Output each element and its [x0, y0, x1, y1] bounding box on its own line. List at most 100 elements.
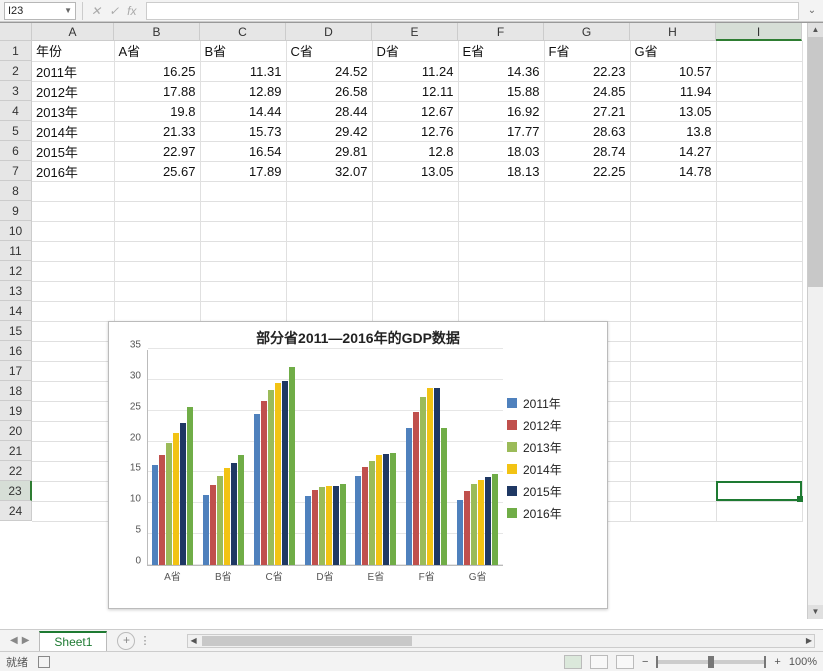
cell[interactable]	[32, 421, 114, 441]
cell[interactable]	[544, 181, 630, 201]
zoom-out-button[interactable]: −	[642, 656, 648, 668]
cell[interactable]	[716, 421, 802, 441]
row-header-7[interactable]: 7	[0, 161, 32, 181]
col-header-I[interactable]: I	[716, 23, 802, 41]
cell[interactable]	[114, 221, 200, 241]
row-header-4[interactable]: 4	[0, 101, 32, 121]
cell[interactable]	[32, 461, 114, 481]
cell[interactable]: 2016年	[32, 161, 114, 181]
cell[interactable]	[32, 341, 114, 361]
view-normal-button[interactable]	[564, 655, 582, 669]
cell[interactable]: 27.21	[544, 101, 630, 121]
cell[interactable]	[630, 221, 716, 241]
cell[interactable]	[286, 301, 372, 321]
cell[interactable]	[716, 141, 802, 161]
cell[interactable]: 17.77	[458, 121, 544, 141]
cell[interactable]	[630, 181, 716, 201]
cell[interactable]	[32, 241, 114, 261]
cell[interactable]: 14.78	[630, 161, 716, 181]
row-header-13[interactable]: 13	[0, 281, 32, 301]
row-header-16[interactable]: 16	[0, 341, 32, 361]
cell[interactable]	[200, 241, 286, 261]
cell[interactable]	[114, 201, 200, 221]
row-header-19[interactable]: 19	[0, 401, 32, 421]
cell[interactable]	[200, 301, 286, 321]
cell[interactable]	[716, 261, 802, 281]
embedded-chart[interactable]: 部分省2011—2016年的GDP数据 05101520253035 A省B省C…	[108, 321, 608, 609]
cell[interactable]	[716, 81, 802, 101]
cell[interactable]	[114, 301, 200, 321]
cell[interactable]	[716, 221, 802, 241]
view-page-break-button[interactable]	[616, 655, 634, 669]
row-header-24[interactable]: 24	[0, 501, 32, 521]
cell[interactable]	[372, 301, 458, 321]
cell[interactable]: 26.58	[286, 81, 372, 101]
col-header-G[interactable]: G	[544, 23, 630, 41]
scroll-up-icon[interactable]: ▲	[808, 23, 823, 37]
cell[interactable]: 12.76	[372, 121, 458, 141]
cell[interactable]	[630, 421, 716, 441]
cell[interactable]: 25.67	[114, 161, 200, 181]
cell[interactable]	[372, 241, 458, 261]
col-header-E[interactable]: E	[372, 23, 458, 41]
cell[interactable]: 14.27	[630, 141, 716, 161]
col-header-H[interactable]: H	[630, 23, 716, 41]
cell[interactable]	[716, 401, 802, 421]
cell[interactable]	[32, 481, 114, 501]
cell[interactable]	[716, 301, 802, 321]
cell[interactable]	[200, 181, 286, 201]
zoom-slider[interactable]	[656, 660, 766, 664]
cell[interactable]	[544, 221, 630, 241]
cell[interactable]: 28.63	[544, 121, 630, 141]
cell[interactable]: 10.57	[630, 61, 716, 81]
cell[interactable]	[286, 201, 372, 221]
macro-record-icon[interactable]	[38, 656, 50, 668]
cell[interactable]	[372, 281, 458, 301]
cell[interactable]: 2012年	[32, 81, 114, 101]
tab-scroll-separator[interactable]: ⋮	[139, 634, 143, 647]
cell[interactable]	[458, 241, 544, 261]
row-header-9[interactable]: 9	[0, 201, 32, 221]
cell[interactable]	[32, 401, 114, 421]
cell[interactable]	[372, 221, 458, 241]
cell[interactable]: 2013年	[32, 101, 114, 121]
cell[interactable]	[716, 241, 802, 261]
scroll-right-icon[interactable]: ▶	[806, 636, 812, 645]
cell[interactable]	[716, 41, 802, 61]
cell[interactable]	[114, 241, 200, 261]
cell[interactable]	[716, 161, 802, 181]
formula-input[interactable]	[146, 2, 799, 20]
cell[interactable]: 22.97	[114, 141, 200, 161]
cell[interactable]	[544, 301, 630, 321]
cell[interactable]	[630, 281, 716, 301]
cell[interactable]	[286, 261, 372, 281]
expand-formula-icon[interactable]: ⌄	[805, 5, 819, 16]
cell[interactable]: 17.88	[114, 81, 200, 101]
cell[interactable]	[458, 261, 544, 281]
cell[interactable]	[458, 221, 544, 241]
cell[interactable]: 24.85	[544, 81, 630, 101]
cell[interactable]: 12.67	[372, 101, 458, 121]
cell[interactable]	[286, 241, 372, 261]
cell[interactable]	[544, 241, 630, 261]
cell[interactable]: 15.88	[458, 81, 544, 101]
cell[interactable]	[630, 241, 716, 261]
vertical-scroll-thumb[interactable]	[808, 37, 823, 287]
scroll-left-icon[interactable]: ◀	[190, 636, 196, 645]
cell[interactable]: 12.89	[200, 81, 286, 101]
col-header-C[interactable]: C	[200, 23, 286, 41]
row-header-2[interactable]: 2	[0, 61, 32, 81]
cell[interactable]	[630, 341, 716, 361]
row-header-6[interactable]: 6	[0, 141, 32, 161]
row-header-18[interactable]: 18	[0, 381, 32, 401]
cell[interactable]	[716, 201, 802, 221]
col-header-D[interactable]: D	[286, 23, 372, 41]
cell[interactable]: B省	[200, 41, 286, 61]
cell[interactable]	[32, 261, 114, 281]
cell[interactable]	[544, 201, 630, 221]
cell[interactable]: 2014年	[32, 121, 114, 141]
horizontal-scrollbar[interactable]: ◀ ▶	[187, 634, 815, 648]
cell[interactable]: 年份	[32, 41, 114, 61]
cell[interactable]	[372, 261, 458, 281]
row-header-21[interactable]: 21	[0, 441, 32, 461]
